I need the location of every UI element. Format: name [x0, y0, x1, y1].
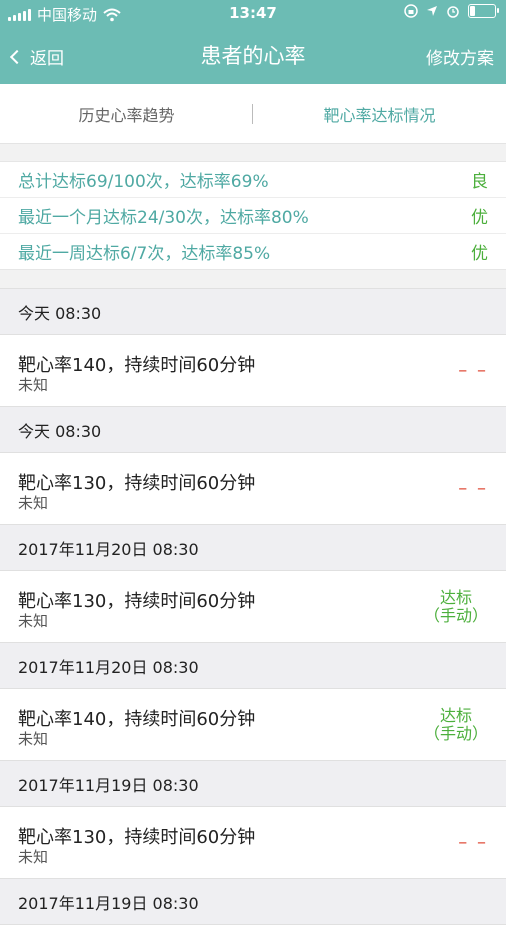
status-line-1: – – [458, 359, 488, 381]
record-title: 靶心率140，持续时间60分钟 [18, 355, 256, 376]
location-icon [427, 6, 437, 16]
date-header: 今天 08:30 [0, 288, 506, 335]
record-status: – – [458, 807, 488, 878]
status-line-1: 达标 [439, 705, 472, 725]
summary-row-total: 总计达标69/100次，达标率69% 良 [0, 162, 506, 198]
summary-panel: 总计达标69/100次，达标率69% 良 最近一个月达标24/30次，达标率80… [0, 161, 506, 270]
record-title: 靶心率130，持续时间60分钟 [18, 591, 256, 612]
record-status: – – [458, 453, 488, 524]
record-title: 靶心率130，持续时间60分钟 [18, 473, 256, 494]
list-item[interactable]: 靶心率130，持续时间60分钟 未知 – – [0, 807, 506, 878]
top-bar: 中国移动 13:47 返回 患者的心率 修改方案 [0, 0, 506, 84]
list-item[interactable]: 靶心率140，持续时间60分钟 未知 达标 （手动） [0, 689, 506, 760]
nav-bar: 返回 患者的心率 修改方案 [0, 26, 506, 84]
tab-bar: 历史心率趋势 靶心率达标情况 [0, 84, 506, 144]
date-header: 今天 08:30 [0, 406, 506, 453]
tab-target-compliance[interactable]: 靶心率达标情况 [253, 102, 506, 126]
record-subtitle: 未知 [18, 848, 49, 866]
status-line-1: – – [458, 477, 488, 499]
record-subtitle: 未知 [18, 730, 49, 748]
status-right [404, 4, 499, 18]
summary-grade: 良 [471, 172, 488, 192]
date-header: 2017年11月19日 08:30 [0, 760, 506, 807]
alarm-icon [447, 6, 459, 18]
list-item[interactable]: 靶心率130，持续时间60分钟 未知 达标 （手动） [0, 571, 506, 642]
status-line-1: – – [458, 831, 488, 853]
summary-text: 最近一个月达标24/30次，达标率80% [18, 208, 309, 228]
modify-plan-button[interactable]: 修改方案 [426, 44, 494, 69]
summary-row-week: 最近一周达标6/7次，达标率85% 优 [0, 234, 506, 269]
orientation-lock-icon [404, 4, 418, 18]
record-subtitle: 未知 [18, 376, 49, 394]
record-status: 达标 （手动） [424, 571, 488, 642]
tab-divider [252, 104, 253, 124]
summary-grade: 优 [471, 244, 488, 264]
status-line-1: 达标 [439, 587, 472, 607]
status-line-2: （手动） [423, 605, 488, 625]
record-title: 靶心率140，持续时间60分钟 [18, 709, 256, 730]
record-list: 今天 08:30 靶心率140，持续时间60分钟 未知 – – 今天 08:30… [0, 288, 506, 925]
summary-row-month: 最近一个月达标24/30次，达标率80% 优 [0, 198, 506, 234]
record-subtitle: 未知 [18, 612, 49, 630]
battery-icon [468, 4, 499, 18]
summary-text: 最近一周达标6/7次，达标率85% [18, 244, 271, 264]
date-header: 2017年11月20日 08:30 [0, 524, 506, 571]
record-status: – – [458, 335, 488, 406]
list-item[interactable]: 靶心率130，持续时间60分钟 未知 – – [0, 453, 506, 524]
list-item[interactable]: 靶心率140，持续时间60分钟 未知 – – [0, 335, 506, 406]
record-subtitle: 未知 [18, 494, 49, 512]
status-bar: 中国移动 13:47 [0, 0, 506, 26]
record-title: 靶心率130，持续时间60分钟 [18, 827, 256, 848]
tab-history-trend[interactable]: 历史心率趋势 [0, 102, 253, 126]
summary-grade: 优 [471, 208, 488, 228]
summary-text: 总计达标69/100次，达标率69% [18, 172, 269, 192]
status-line-2: （手动） [423, 723, 488, 743]
date-header: 2017年11月19日 08:30 [0, 878, 506, 925]
record-status: 达标 （手动） [424, 689, 488, 760]
date-header: 2017年11月20日 08:30 [0, 642, 506, 689]
